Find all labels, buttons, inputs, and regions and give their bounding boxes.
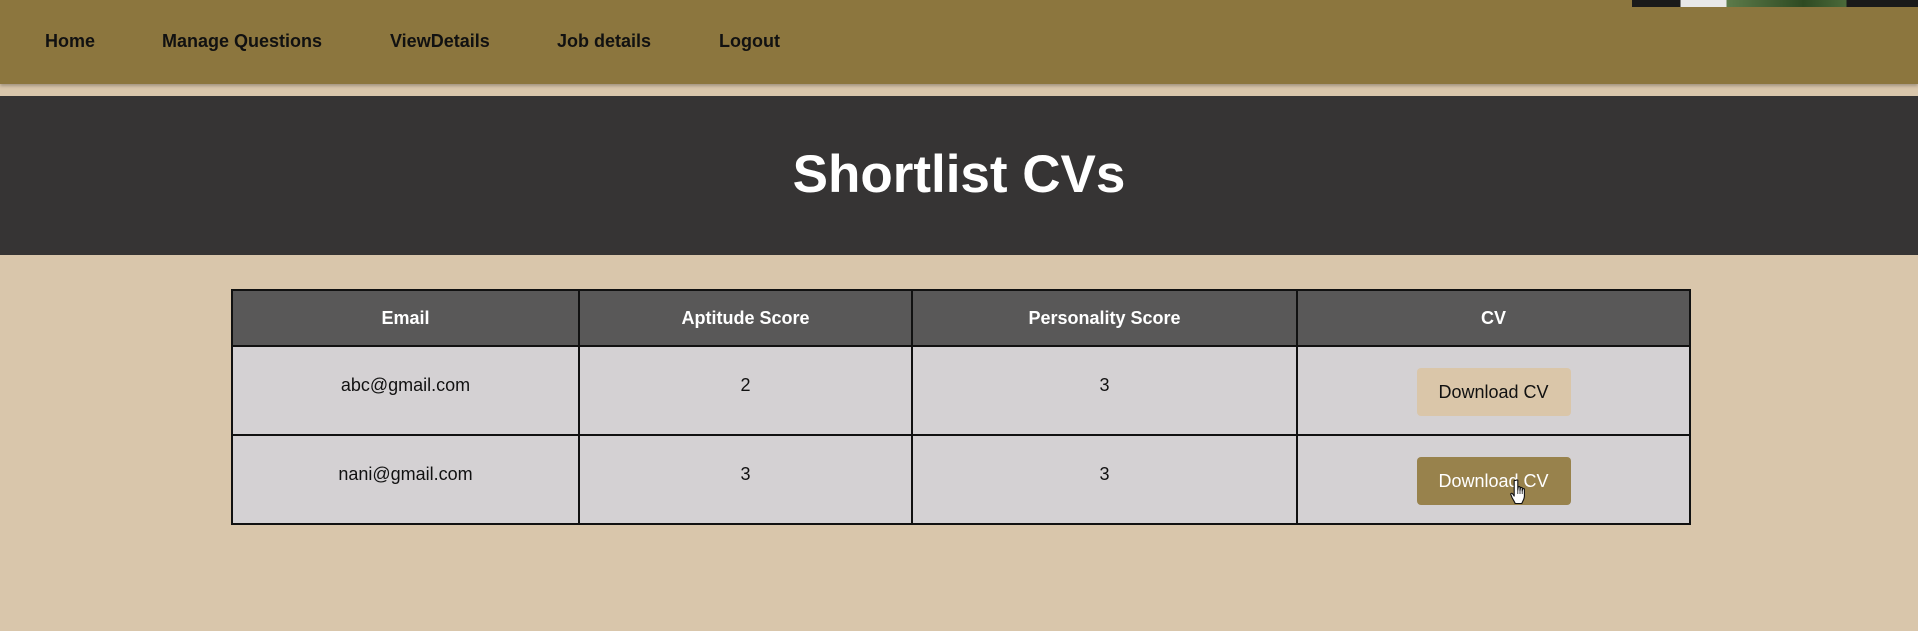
aptitude-score-cell: 2 <box>578 345 913 436</box>
table-row: abc@gmail.com 2 3 Download CV <box>231 345 1691 436</box>
page-title: Shortlist CVs <box>792 145 1126 204</box>
nav-home-link[interactable]: Home <box>45 31 95 52</box>
aptitude-score-value: 3 <box>740 464 751 484</box>
aptitude-score-cell: 3 <box>578 434 913 525</box>
nav-job-details-link[interactable]: Job details <box>557 31 651 52</box>
column-header-personality-score: Personality Score <box>911 289 1298 347</box>
cv-cell: Download CV <box>1296 434 1691 525</box>
download-cv-button[interactable]: Download CV <box>1416 456 1571 505</box>
table-row: nani@gmail.com 3 3 Download CV <box>231 434 1691 525</box>
column-header-aptitude-score: Aptitude Score <box>578 289 913 347</box>
email-cell: nani@gmail.com <box>231 434 580 525</box>
personality-score-value: 3 <box>1099 464 1110 484</box>
email-value: abc@gmail.com <box>340 375 471 395</box>
aptitude-score-value: 2 <box>740 375 751 395</box>
nav-view-details-link[interactable]: ViewDetails <box>390 31 490 52</box>
nav-manage-questions-link[interactable]: Manage Questions <box>162 31 322 52</box>
column-header-cv: CV <box>1296 289 1691 347</box>
cv-cell: Download CV <box>1296 345 1691 436</box>
personality-score-cell: 3 <box>911 345 1298 436</box>
email-value: nani@gmail.com <box>338 464 473 484</box>
email-cell: abc@gmail.com <box>231 345 580 436</box>
table-header-row: Email Aptitude Score Personality Score C… <box>231 289 1691 347</box>
corner-thumbnail-image <box>1632 0 1918 7</box>
shortlist-table: Email Aptitude Score Personality Score C… <box>231 289 1691 525</box>
column-header-email: Email <box>231 289 580 347</box>
personality-score-cell: 3 <box>911 434 1298 525</box>
nav-logout-link[interactable]: Logout <box>719 31 780 52</box>
top-navbar: Home Manage Questions ViewDetails Job de… <box>0 0 1918 84</box>
personality-score-value: 3 <box>1099 375 1110 395</box>
download-cv-button[interactable]: Download CV <box>1416 367 1571 416</box>
